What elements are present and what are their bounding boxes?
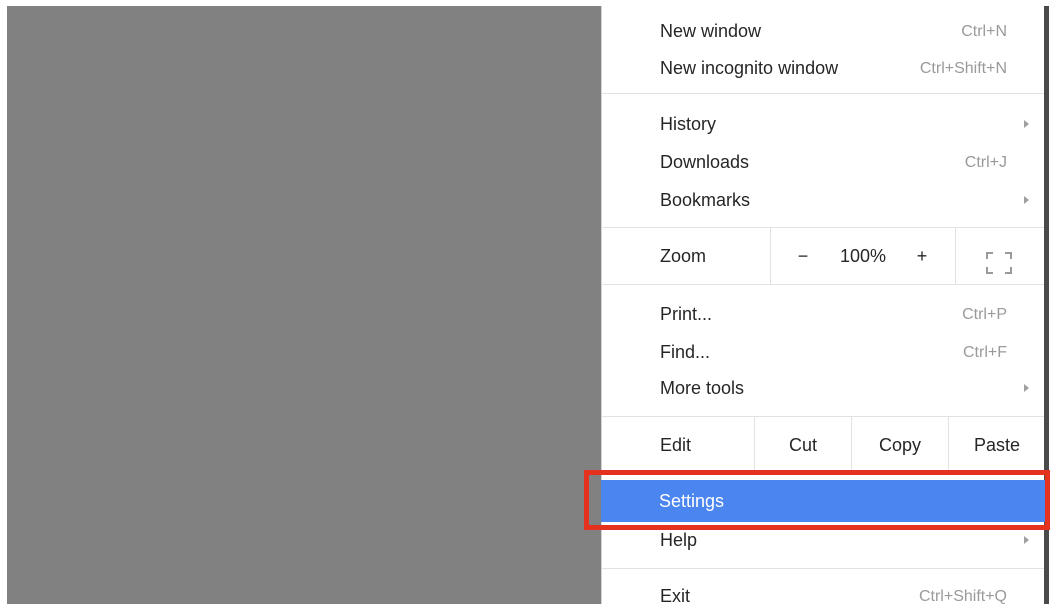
menu-item-print[interactable]: Print... Ctrl+P: [602, 296, 1045, 333]
zoom-divider: [955, 228, 956, 284]
menu-separator: [602, 284, 1045, 285]
zoom-level: 100%: [839, 246, 887, 266]
screenshot-stage: New window Ctrl+N New incognito window C…: [0, 0, 1056, 604]
menu-item-label: New window: [660, 21, 762, 41]
menu-item-find[interactable]: Find... Ctrl+F: [602, 334, 1045, 371]
menu-item-label: More tools: [660, 378, 745, 398]
menu-item-shortcut: Ctrl+Shift+Q: [918, 588, 1007, 604]
menu-item-history[interactable]: History: [602, 106, 1045, 143]
menu-item-label: Find...: [660, 342, 711, 362]
menu-item-label: History: [660, 114, 717, 134]
menu-item-shortcut: Ctrl+Shift+N: [919, 60, 1007, 77]
menu-item-more-tools[interactable]: More tools: [602, 370, 1045, 407]
edit-label: Edit: [660, 435, 692, 455]
chevron-right-icon: [1024, 536, 1029, 544]
menu-item-exit[interactable]: Exit Ctrl+Shift+Q: [602, 578, 1045, 604]
menu-item-label: New incognito window: [660, 58, 839, 78]
menu-item-shortcut: Ctrl+F: [963, 344, 1007, 361]
chevron-right-icon: [1024, 120, 1029, 128]
paste-button[interactable]: Paste: [949, 417, 1045, 473]
menu-zoom-row: Zoom − 100% +: [602, 228, 1045, 284]
chevron-right-icon: [1024, 196, 1029, 204]
annotation-highlight-box: [584, 470, 1050, 530]
copy-button[interactable]: Copy: [852, 417, 948, 473]
menu-item-shortcut: Ctrl+N: [961, 23, 1007, 40]
menu-item-label: Exit: [660, 586, 691, 604]
menu-item-new-incognito-window[interactable]: New incognito window Ctrl+Shift+N: [602, 50, 1045, 87]
menu-item-downloads[interactable]: Downloads Ctrl+J: [602, 144, 1045, 181]
menu-item-bookmarks[interactable]: Bookmarks: [602, 182, 1045, 219]
chevron-right-icon: [1024, 384, 1029, 392]
zoom-divider: [770, 228, 771, 284]
menu-item-shortcut: Ctrl+J: [964, 154, 1007, 171]
menu-item-shortcut: Ctrl+P: [962, 306, 1007, 323]
menu-separator: [602, 93, 1045, 94]
menu-edit-row: Edit Cut Copy Paste: [602, 417, 1045, 473]
zoom-label: Zoom: [660, 246, 707, 266]
menu-separator: [602, 568, 1045, 569]
zoom-in-button[interactable]: +: [907, 228, 937, 284]
page-backdrop: [7, 6, 601, 604]
menu-item-label: Print...: [660, 304, 713, 324]
menu-item-new-window[interactable]: New window Ctrl+N: [602, 13, 1045, 50]
zoom-out-button[interactable]: −: [788, 228, 818, 284]
cut-button[interactable]: Cut: [755, 417, 851, 473]
menu-item-label: Bookmarks: [660, 190, 751, 210]
fullscreen-icon[interactable]: [984, 250, 1014, 276]
menu-item-label: Downloads: [660, 152, 750, 172]
